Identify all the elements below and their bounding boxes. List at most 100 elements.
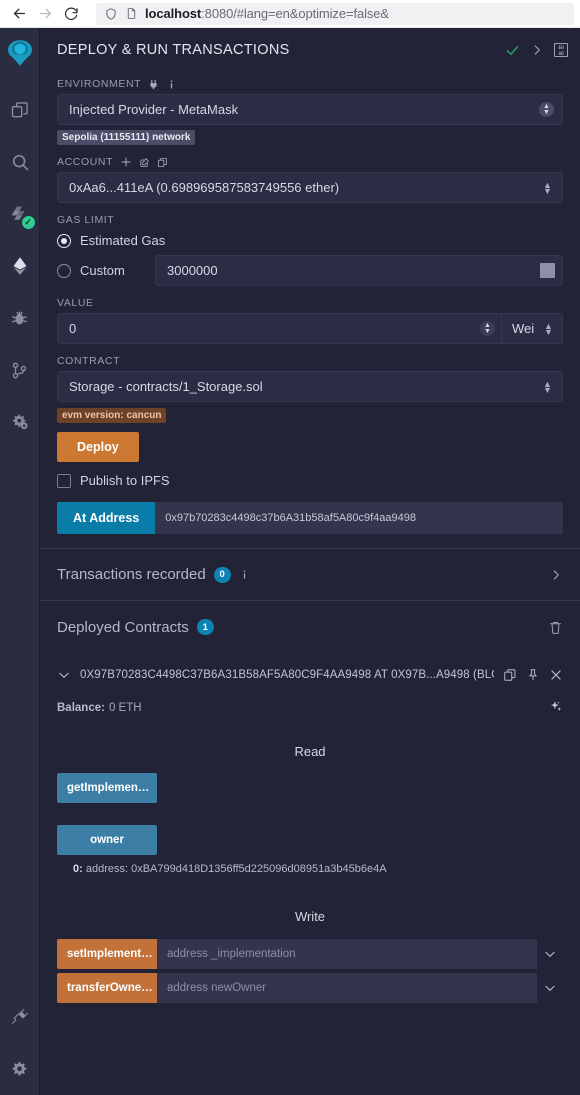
publish-ipfs-row[interactable]: Publish to IPFS — [57, 473, 563, 488]
sidebar-item-file-explorer[interactable] — [0, 84, 40, 136]
deploy-button[interactable]: Deploy — [57, 432, 139, 462]
edit-icon[interactable] — [139, 157, 150, 168]
contract-select[interactable]: Storage - contracts/1_Storage.sol ▲ ▼ — [57, 371, 563, 402]
at-address-value: 0x97b70283c4498c37b6A31b58af5A80c9f4aa94… — [165, 512, 417, 524]
browser-toolbar: localhost:8080/#lang=en&optimize=false& — [0, 0, 580, 28]
sidebar-item-deploy-run[interactable] — [0, 240, 40, 292]
read-function-0: getImplemen… — [57, 773, 563, 803]
plus-icon[interactable] — [120, 156, 132, 168]
value-input[interactable]: 0 ▲ ▼ — [57, 313, 501, 344]
copy-icon[interactable] — [503, 668, 517, 682]
estimated-gas-label: Estimated Gas — [80, 233, 166, 248]
account-label-row: ACCOUNT — [57, 156, 563, 168]
network-badge: Sepolia (11155111) network — [57, 130, 196, 145]
custom-gas-row[interactable]: Custom 3000000 — [57, 255, 563, 286]
value-unit-select[interactable]: Wei ▲ ▼ — [501, 313, 563, 344]
copy-icon[interactable] — [157, 157, 168, 168]
contract-label: CONTRACT — [57, 355, 121, 367]
at-address-input[interactable]: 0x97b70283c4498c37b6A31b58af5A80c9f4aa94… — [155, 502, 563, 534]
deployed-contracts-label: Deployed Contracts — [57, 618, 189, 636]
read-section-title: Read — [294, 744, 326, 759]
browser-forward-button[interactable] — [32, 1, 58, 27]
value-input-value: 0 — [69, 321, 77, 336]
account-select[interactable]: 0xAa6...411eA (0.698969587583749556 ethe… — [57, 172, 563, 203]
write-function-button[interactable]: setImplement… — [57, 939, 157, 969]
sidebar-item-settings[interactable] — [0, 1043, 40, 1095]
value-label: VALUE — [57, 297, 94, 309]
contract-value: Storage - contracts/1_Storage.sol — [69, 379, 263, 394]
contract-balance-row: Balance: 0 ETH — [57, 699, 563, 717]
transactions-recorded-count: 0 — [213, 566, 231, 583]
balance-label: Balance: — [57, 702, 105, 714]
info-icon[interactable] — [166, 79, 177, 90]
remix-ide: ✓ DEPLOY & RUN TRANSACTIONS E0 06 ENVIRO… — [0, 28, 580, 1095]
balance-value: 0 ETH — [108, 702, 142, 714]
chevron-updown-icon[interactable]: ▲ ▼ — [541, 180, 554, 195]
at-address-button[interactable]: At Address — [57, 502, 156, 534]
custom-gas-input[interactable]: 3000000 — [155, 255, 563, 286]
icon-rail: ✓ — [0, 28, 40, 1095]
chevron-down-icon[interactable] — [537, 973, 563, 1003]
chevron-updown-icon[interactable]: ▲ ▼ — [539, 102, 554, 117]
transactions-recorded-label: Transactions recorded — [57, 566, 206, 583]
panel-header: DEPLOY & RUN TRANSACTIONS E0 06 — [40, 33, 580, 67]
sidebar-item-git[interactable] — [0, 344, 40, 396]
value-stepper-icon[interactable]: ▲ ▼ — [480, 321, 495, 336]
read-function-button[interactable]: owner — [57, 825, 157, 855]
info-icon[interactable] — [239, 569, 250, 580]
compiler-success-badge: ✓ — [21, 216, 35, 229]
transactions-recorded-header[interactable]: Transactions recorded 0 — [40, 549, 580, 601]
url-host: localhost — [145, 6, 202, 21]
deployed-contract-header[interactable]: 0X97B70283C4498C37B6A31B58AF5A80C9F4AA94… — [57, 662, 563, 688]
read-function-button[interactable]: getImplemen… — [57, 773, 157, 803]
publish-ipfs-checkbox[interactable] — [57, 473, 71, 488]
gas-limit-label-row: GAS LIMIT — [57, 214, 563, 226]
custom-gas-radio[interactable] — [57, 263, 71, 278]
trash-icon[interactable] — [548, 620, 563, 635]
at-address-row: At Address 0x97b70283c4498c37b6A31b58af5… — [57, 502, 563, 534]
browser-reload-button[interactable] — [58, 1, 84, 27]
character-code-icon[interactable]: E0 06 — [554, 43, 568, 57]
estimated-gas-row[interactable]: Estimated Gas — [57, 233, 563, 248]
deployed-contracts-header[interactable]: Deployed Contracts 1 — [40, 601, 580, 653]
page-icon — [125, 7, 138, 20]
sidebar-item-plugin-manager[interactable] — [0, 991, 40, 1043]
write-function-placeholder: address newOwner — [167, 982, 267, 994]
chevron-updown-icon[interactable]: ▲ ▼ — [541, 379, 554, 394]
sidebar-item-remix-guide[interactable] — [0, 396, 40, 448]
deploy-run-panel: DEPLOY & RUN TRANSACTIONS E0 06 ENVIRONM… — [40, 28, 580, 1095]
chevron-updown-icon[interactable]: ▲ ▼ — [542, 321, 555, 336]
write-function-input[interactable]: address newOwner — [157, 973, 537, 1003]
page-title: DEPLOY & RUN TRANSACTIONS — [57, 42, 290, 58]
value-row: 0 ▲ ▼ Wei ▲ ▼ — [57, 313, 563, 344]
browser-url-bar[interactable]: localhost:8080/#lang=en&optimize=false& — [96, 2, 574, 25]
gas-stepper-icon[interactable] — [540, 263, 555, 278]
write-function-placeholder: address _implementation — [167, 948, 296, 960]
write-function-button[interactable]: transferOwne… — [57, 973, 157, 1003]
sidebar-item-solidity-compiler[interactable]: ✓ — [0, 188, 40, 240]
plug-icon[interactable] — [148, 79, 159, 90]
environment-select[interactable]: Injected Provider - MetaMask ▲ ▼ — [57, 94, 563, 125]
account-value: 0xAa6...411eA (0.698969587583749556 ethe… — [69, 180, 340, 195]
remix-logo-icon[interactable] — [3, 36, 37, 70]
browser-back-button[interactable] — [6, 1, 32, 27]
read-function-result: 0: address: 0xBA799d418D1356ff5d225096d0… — [73, 863, 563, 875]
sparkles-icon[interactable] — [548, 699, 563, 717]
publish-ipfs-label: Publish to IPFS — [80, 473, 170, 488]
write-function-input[interactable]: address _implementation — [157, 939, 537, 969]
custom-gas-label: Custom — [80, 263, 125, 278]
check-icon[interactable] — [505, 43, 520, 58]
pin-icon[interactable] — [526, 668, 540, 682]
sidebar-item-debugger[interactable] — [0, 292, 40, 344]
contract-label-row: CONTRACT — [57, 355, 563, 367]
value-unit-label: Wei — [512, 321, 535, 336]
sidebar-item-search[interactable] — [0, 136, 40, 188]
estimated-gas-radio[interactable] — [57, 233, 71, 248]
chevron-right-icon[interactable] — [549, 568, 563, 582]
close-icon[interactable] — [549, 668, 563, 682]
gas-limit-label: GAS LIMIT — [57, 214, 115, 226]
chevron-down-icon[interactable] — [57, 668, 71, 682]
chevron-right-icon[interactable] — [530, 43, 544, 57]
custom-gas-value: 3000000 — [167, 263, 218, 278]
chevron-down-icon[interactable] — [537, 939, 563, 969]
